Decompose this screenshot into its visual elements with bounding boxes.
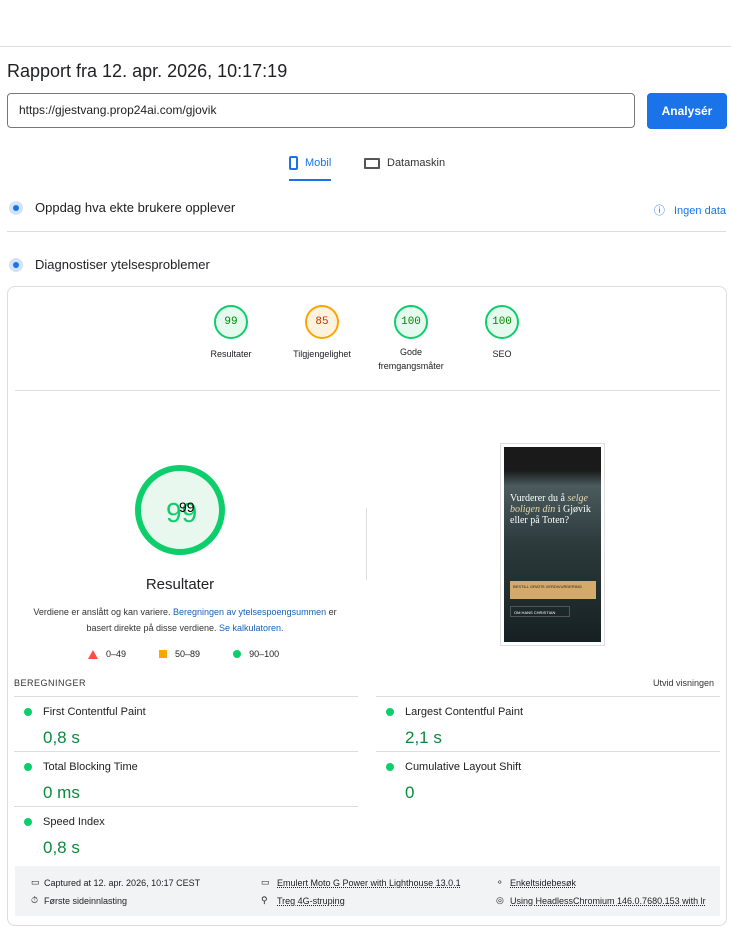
- screenshot-cta2: OM HANS CHRISTIAN: [510, 606, 570, 617]
- field-data-section: Oppdag hva ekte brukere opplever: [9, 200, 235, 215]
- metric-name: Total Blocking Time: [43, 761, 138, 773]
- device-icon: ▭: [261, 877, 270, 887]
- url-input[interactable]: https://gjestvang.prop24ai.com/gjovik: [7, 93, 635, 128]
- runtime-settings: ▭ Captured at 12. apr. 2026, 10:17 CEST ▭…: [15, 866, 720, 916]
- screenshot-headline: Vurderer du å selge boligen din i Gjøvik…: [510, 493, 601, 526]
- tab-mobile[interactable]: Mobil: [289, 153, 332, 181]
- gauge-performance[interactable]: 99 Resultater: [191, 305, 271, 359]
- score: 85: [305, 305, 339, 339]
- label: Gode fremgangsmåter: [378, 347, 444, 371]
- page-screenshot: Vurderer du å selge boligen din i Gjøvik…: [500, 443, 605, 646]
- gauge-accessibility[interactable]: 85 Tilgjengelighet: [282, 305, 362, 359]
- timer-icon: ⏱: [31, 895, 39, 905]
- divider: [376, 751, 720, 752]
- legend-pass: 90–100: [249, 649, 280, 659]
- average-square-icon: [159, 650, 168, 658]
- legend-fail: 0–49: [106, 649, 127, 659]
- divider: [7, 231, 726, 232]
- fail-triangle-icon: [88, 649, 98, 659]
- tab-label: Datamaskin: [387, 157, 446, 169]
- metric-name: Largest Contentful Paint: [405, 706, 524, 718]
- phone-icon: [289, 156, 298, 170]
- gauge-seo[interactable]: 100 SEO: [462, 305, 542, 359]
- metric-fcp: First Contentful Paint 0,8 s: [14, 706, 344, 748]
- no-data-label: Ingen data: [674, 205, 726, 217]
- score-description: Verdiene er anslått og kan variere. Bere…: [25, 604, 345, 636]
- metric-name: Speed Index: [43, 816, 105, 828]
- calendar-icon: ▭: [31, 877, 40, 887]
- no-data-link[interactable]: ⓘ Ingen data: [654, 202, 726, 218]
- metric-speed-index: Speed Index 0,8 s: [14, 816, 344, 858]
- expand-view-toggle[interactable]: Utvid visningen: [653, 678, 714, 688]
- metric-lcp: Largest Contentful Paint 2,1 s: [376, 706, 706, 748]
- metric-value: 0,8 s: [43, 838, 80, 857]
- analyze-button[interactable]: Analysér: [647, 93, 727, 129]
- section-title: Diagnostiser ytelsesproblemer: [35, 257, 210, 272]
- pass-icon: [24, 763, 32, 771]
- label: Resultater: [210, 349, 252, 359]
- page-title: Rapport fra 12. apr. 2026, 10:17:19: [7, 61, 288, 81]
- metrics-heading: BEREGNINGER: [14, 678, 87, 688]
- legend: 0–49 50–89 90–100: [88, 649, 279, 659]
- browser-version[interactable]: Using HeadlessChromium 146.0.7680.153 wi…: [510, 896, 706, 906]
- metric-name: Cumulative Layout Shift: [405, 761, 522, 773]
- lab-icon: [9, 257, 23, 272]
- metric-value: 0 ms: [43, 783, 80, 802]
- throttling[interactable]: Treg 4G-struping: [277, 896, 345, 906]
- initial-load: Første sideinnlasting: [44, 896, 128, 906]
- score: 100: [394, 305, 428, 339]
- single-visit[interactable]: Enkeltsidebesøk: [510, 878, 576, 888]
- metric-tbt: Total Blocking Time 0 ms: [14, 761, 344, 803]
- text: Verdiene er anslått og kan variere.: [33, 607, 173, 617]
- metric-value: 0,8 s: [43, 728, 80, 747]
- label: Tilgjengelighet: [293, 349, 351, 359]
- divider: [14, 696, 358, 697]
- score: 99: [214, 305, 248, 339]
- tab-label: Mobil: [305, 157, 332, 169]
- divider: [376, 696, 720, 697]
- pass-circle-icon: [233, 650, 242, 658]
- divider: [14, 751, 358, 752]
- score-label: Resultater: [145, 576, 215, 593]
- t: Vurderer du å: [510, 493, 565, 504]
- divider: [14, 806, 358, 807]
- single-visit-icon: ⚬: [496, 877, 504, 887]
- top-divider: [0, 46, 731, 47]
- metric-name: First Contentful Paint: [43, 706, 146, 718]
- divider: [366, 508, 367, 580]
- diagnose-section: Diagnostiser ytelsesproblemer: [9, 257, 210, 272]
- metric-cls: Cumulative Layout Shift 0: [376, 761, 706, 803]
- screenshot-cta: BESTILL GRATIS VERDIVURDERING: [510, 581, 596, 599]
- pass-icon: [24, 708, 32, 716]
- legend-average: 50–89: [175, 649, 201, 659]
- calculator-link[interactable]: Se kalkulatoren.: [219, 623, 284, 633]
- pass-icon: [24, 818, 32, 826]
- captured-at: Captured at 12. apr. 2026, 10:17 CEST: [44, 878, 201, 888]
- tab-desktop[interactable]: Datamaskin: [364, 153, 445, 173]
- divider: [15, 390, 720, 391]
- emulation-info[interactable]: Emulert Moto G Power with Lighthouse 13.…: [277, 878, 461, 888]
- signal-icon: ⚲: [261, 895, 268, 905]
- pass-icon: [386, 763, 394, 771]
- performance-score-gauge: 99 99: [135, 465, 225, 555]
- score: 100: [485, 305, 519, 339]
- laptop-icon: [364, 157, 380, 169]
- label: SEO: [492, 349, 512, 359]
- pass-icon: [386, 708, 394, 716]
- section-title: Oppdag hva ekte brukere opplever: [35, 200, 236, 215]
- users-icon: [9, 200, 23, 215]
- gauge-best-practices[interactable]: 100 Gode fremgangsmåter: [371, 305, 451, 373]
- browser-icon: ◎: [496, 895, 504, 905]
- metric-value: 0: [405, 783, 415, 802]
- score-calc-link[interactable]: Beregningen av ytelsespoengsummen: [173, 607, 326, 617]
- score-overlay: 99: [179, 499, 195, 515]
- metric-value: 2,1 s: [405, 728, 442, 747]
